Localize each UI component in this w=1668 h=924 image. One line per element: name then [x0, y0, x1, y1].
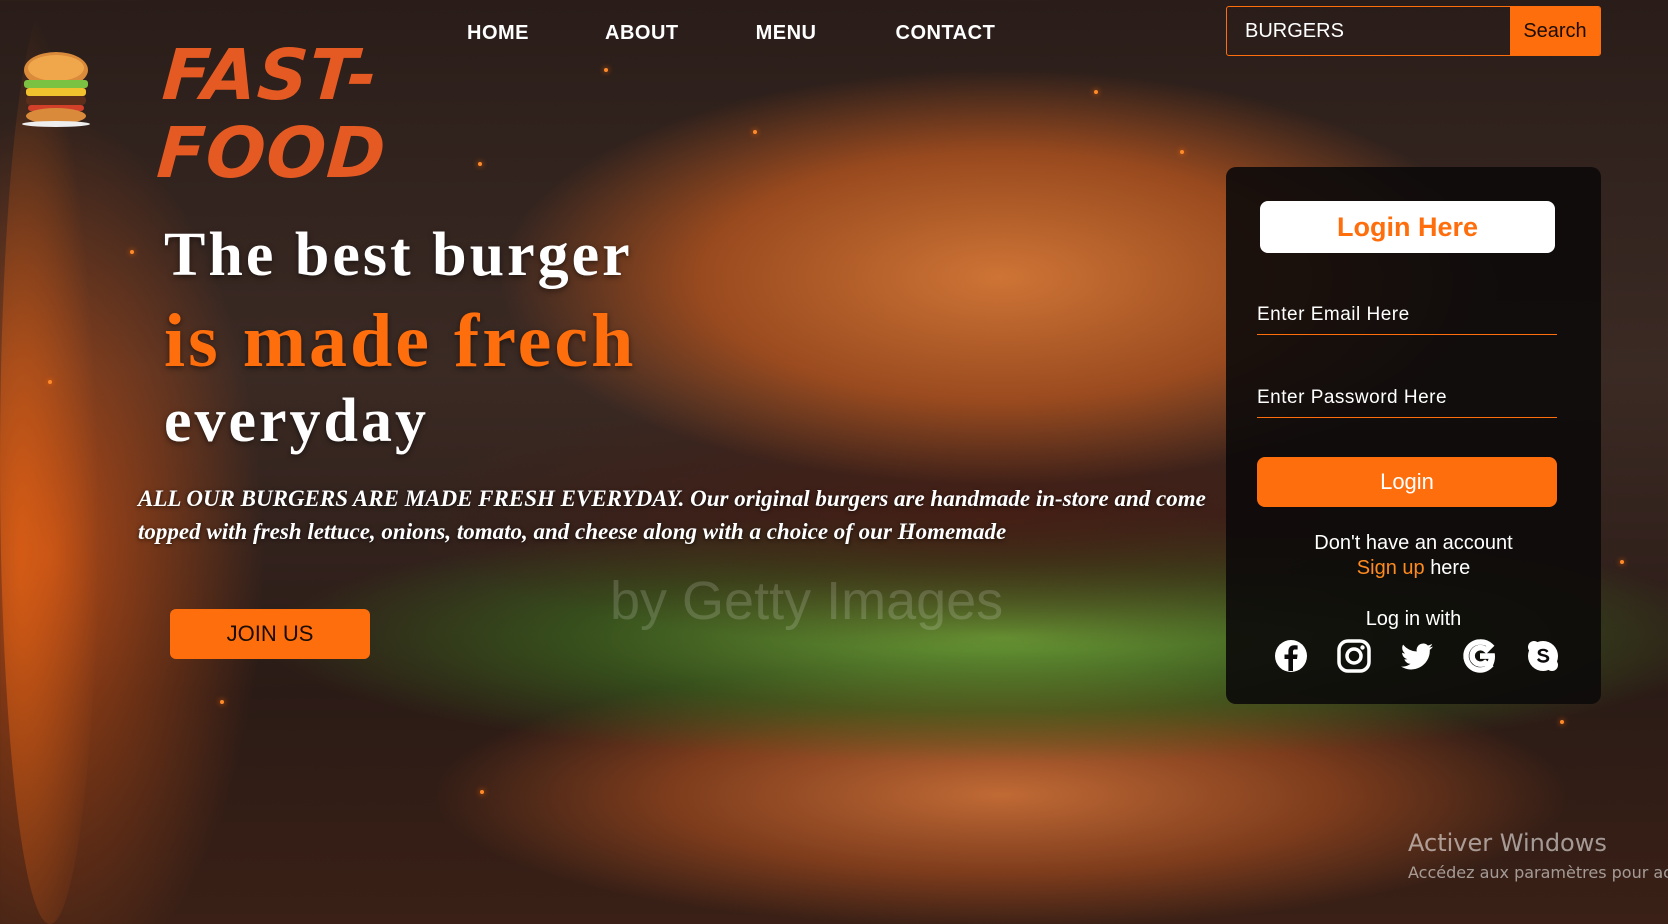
- password-field[interactable]: [1257, 378, 1557, 418]
- image-watermark: by Getty Images: [610, 571, 1004, 631]
- no-account-text: Don't have an account: [1314, 532, 1513, 554]
- instagram-icon[interactable]: [1335, 637, 1373, 675]
- join-us-button[interactable]: JOIN US: [170, 609, 370, 659]
- search-bar: Search: [1226, 6, 1601, 56]
- signup-suffix: here: [1430, 557, 1471, 579]
- spark: [220, 700, 224, 704]
- spark: [48, 380, 52, 384]
- google-icon[interactable]: [1461, 637, 1499, 675]
- brand-line-2: FOOD: [154, 112, 390, 194]
- search-input[interactable]: [1227, 7, 1510, 55]
- spark: [1180, 150, 1184, 154]
- hero-description: ALL OUR BURGERS ARE MADE FRESH EVERYDAY.…: [138, 486, 1206, 544]
- spark: [753, 130, 757, 134]
- twitter-icon[interactable]: [1398, 637, 1436, 675]
- nav-about[interactable]: ABOUT: [605, 22, 679, 45]
- fire-glow: [0, 0, 100, 924]
- login-title: Login Here: [1260, 201, 1555, 253]
- hero-heading-line-1: The best burger: [164, 221, 633, 289]
- hero-heading-line-3: everyday: [164, 387, 430, 455]
- brand-line-1: FAST-: [159, 34, 381, 116]
- social-login-icons: [1272, 637, 1562, 675]
- search-button[interactable]: Search: [1510, 7, 1600, 55]
- nav-contact[interactable]: CONTACT: [896, 22, 996, 45]
- email-field[interactable]: [1257, 295, 1557, 335]
- spark: [1094, 90, 1098, 94]
- activation-subtitle: Accédez aux paramètres pour act: [1408, 863, 1668, 882]
- spark: [604, 68, 608, 72]
- nav-home[interactable]: HOME: [467, 22, 529, 45]
- signup-line: Sign up here: [1226, 557, 1601, 580]
- burger-logo-icon[interactable]: [12, 44, 100, 130]
- spark: [1560, 720, 1564, 724]
- spark: [478, 162, 482, 166]
- nav-menu[interactable]: MENU: [756, 22, 817, 45]
- login-button[interactable]: Login: [1257, 457, 1557, 507]
- activation-title: Activer Windows: [1408, 829, 1607, 857]
- spark: [1620, 560, 1624, 564]
- spark: [480, 790, 484, 794]
- skype-icon[interactable]: [1524, 637, 1562, 675]
- main-nav: HOME ABOUT MENU CONTACT: [440, 22, 995, 45]
- windows-activation-notice: Activer Windows Accédez aux paramètres p…: [1408, 829, 1668, 882]
- signup-link[interactable]: Sign up: [1357, 557, 1425, 579]
- facebook-icon[interactable]: [1272, 637, 1310, 675]
- spark: [130, 250, 134, 254]
- login-panel: Login Here Login Don't have an account S…: [1226, 167, 1601, 704]
- hero-heading-line-2: is made frech: [164, 299, 637, 383]
- brand-logo-text[interactable]: FAST- FOOD: [154, 34, 396, 194]
- login-with-label: Log in with: [1365, 608, 1462, 630]
